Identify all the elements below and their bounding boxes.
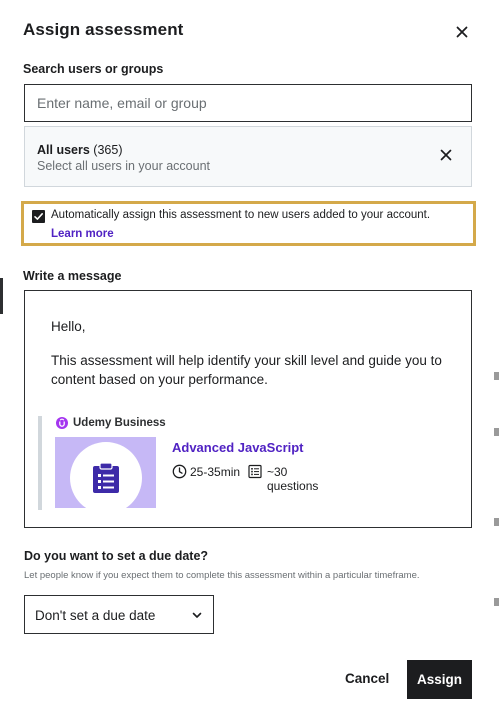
assessment-thumbnail (55, 437, 156, 508)
assessment-card: Udemy Business Advanced JavaScript 25-35… (38, 416, 338, 510)
message-label: Write a message (23, 269, 122, 283)
message-greeting: Hello, (51, 319, 86, 334)
background-fragment (494, 598, 499, 606)
message-editor[interactable]: Hello, This assessment will help identif… (24, 290, 472, 528)
checkmark-icon (34, 213, 43, 220)
search-input[interactable] (24, 84, 472, 122)
due-date-select[interactable]: Don't set a due date (24, 595, 214, 634)
modal-title: Assign assessment (23, 20, 184, 39)
thumbnail-circle (70, 442, 142, 508)
chevron-down-icon (192, 612, 202, 618)
clock-icon (172, 464, 187, 479)
close-button[interactable] (452, 22, 472, 42)
clipboard-icon (93, 462, 119, 493)
close-icon (440, 149, 452, 161)
learn-more-link[interactable]: Learn more (51, 228, 114, 240)
selected-group-title: All users (365) (37, 143, 122, 157)
assessment-title-link[interactable]: Advanced JavaScript (172, 440, 304, 455)
assign-assessment-modal: Assign assessment Search users or groups… (3, 0, 492, 707)
background-fragment (494, 518, 499, 526)
due-date-label: Do you want to set a due date? (24, 549, 209, 563)
close-icon (456, 26, 468, 38)
list-icon (248, 464, 262, 479)
assessment-duration: 25-35min (190, 465, 241, 479)
message-body: This assessment will help identify your … (51, 353, 442, 387)
auto-assign-label: Automatically assign this assessment to … (51, 209, 431, 221)
udemy-logo-icon (56, 417, 68, 429)
search-label: Search users or groups (23, 62, 164, 76)
selected-group-count: (365) (93, 143, 123, 157)
assessment-question-count: ~30 questions (267, 465, 319, 493)
due-date-help: Let people know if you expect them to co… (24, 570, 420, 581)
cancel-button[interactable]: Cancel (345, 671, 389, 686)
auto-assign-checkbox[interactable] (32, 210, 45, 223)
selected-group-name: All users (37, 143, 90, 157)
assign-button[interactable]: Assign (407, 660, 472, 699)
selected-group-chip: All users (365) Select all users in your… (24, 126, 472, 187)
selected-group-description: Select all users in your account (37, 159, 211, 173)
auto-assign-highlight: Automatically assign this assessment to … (21, 201, 476, 246)
remove-group-button[interactable] (437, 146, 455, 164)
card-brand-name: Udemy Business (73, 417, 166, 429)
background-fragment (494, 372, 499, 380)
due-date-selected-value: Don't set a due date (35, 608, 156, 623)
background-fragment (494, 428, 499, 436)
